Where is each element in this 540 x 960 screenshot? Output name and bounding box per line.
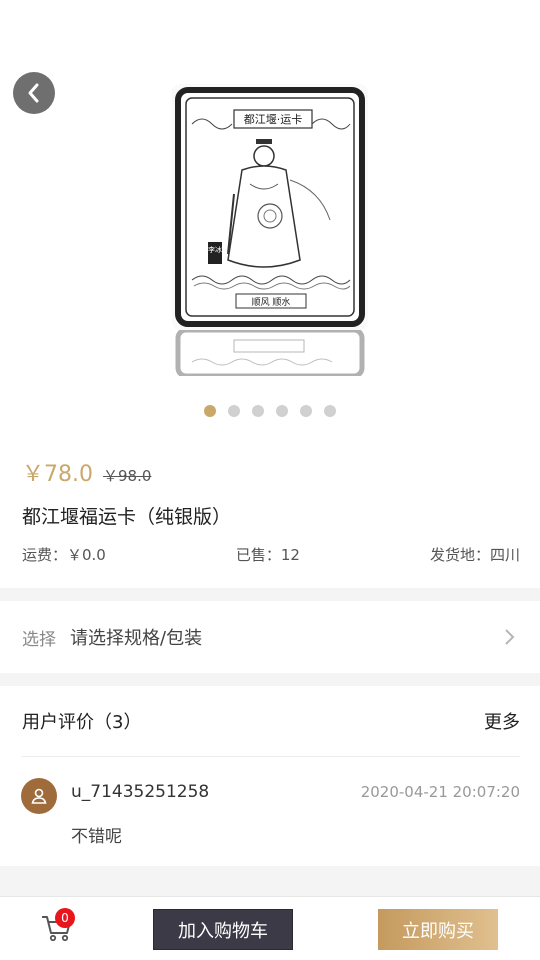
carousel-dot[interactable] (204, 405, 216, 417)
spec-placeholder: 请选择规格/包装 (70, 628, 203, 649)
price-row: ￥78.0 ￥98.0 (22, 456, 151, 488)
cart-count-badge: 0 (55, 908, 75, 928)
original-price: ￥98.0 (103, 467, 152, 485)
product-title: 都江堰福运卡（纯银版） (22, 506, 232, 528)
spec-selector[interactable]: 选择 请选择规格/包装 (0, 601, 540, 673)
product-meta: 运费：￥0.0 已售：12 发货地：四川 (22, 544, 520, 565)
add-to-cart-button[interactable]: 加入购物车 (153, 909, 293, 950)
review-timestamp: 2020-04-21 20:07:20 (360, 783, 520, 801)
current-price: ￥78.0 (22, 462, 93, 487)
carousel-dot[interactable] (252, 405, 264, 417)
carousel-dots[interactable] (0, 405, 540, 417)
review-username: u_71435251258 (71, 782, 210, 802)
carousel-dot[interactable] (324, 405, 336, 417)
shipping-fee: 运费：￥0.0 (22, 546, 106, 564)
product-image: 都江堰·运卡 李冰 顺风 顺水 (172, 84, 368, 330)
divider (22, 756, 520, 757)
reviews-section: 用户评价（3） 更多 u_71435251258 2020-04-21 20:0… (0, 686, 540, 866)
product-info: ￥78.0 ￥98.0 都江堰福运卡（纯银版） 运费：￥0.0 已售：12 发货… (0, 432, 540, 588)
card-motto-text: 顺风 顺水 (252, 296, 291, 308)
user-icon (31, 788, 47, 804)
buy-now-button[interactable]: 立即购买 (378, 909, 498, 950)
reviews-header: 用户评价（3） 更多 (22, 708, 520, 734)
review-text: 不错呢 (71, 827, 122, 847)
carousel-dot[interactable] (276, 405, 288, 417)
chevron-right-icon (505, 629, 515, 645)
product-image-reflection (172, 330, 368, 376)
carousel-dot[interactable] (300, 405, 312, 417)
ship-origin: 发货地：四川 (429, 546, 520, 564)
avatar (21, 778, 57, 814)
product-gallery[interactable]: 都江堰·运卡 李冰 顺风 顺水 (0, 0, 540, 432)
reviews-more-link[interactable]: 更多 (484, 708, 520, 734)
spec-label: 选择 (22, 629, 56, 650)
chevron-left-icon (28, 83, 39, 103)
sold-count: 已售：12 (235, 546, 300, 564)
back-button[interactable] (13, 72, 55, 114)
card-seal-text: 李冰 (208, 245, 222, 254)
carousel-dot[interactable] (228, 405, 240, 417)
card-title-text: 都江堰·运卡 (244, 113, 303, 126)
bottom-action-bar: 0 加入购物车 立即购买 (0, 896, 540, 960)
reviews-title: 用户评价（3） (22, 712, 142, 733)
product-detail-page: 都江堰·运卡 李冰 顺风 顺水 ￥78.0 ￥98.0 都江堰福运卡（纯银版） … (0, 0, 540, 960)
